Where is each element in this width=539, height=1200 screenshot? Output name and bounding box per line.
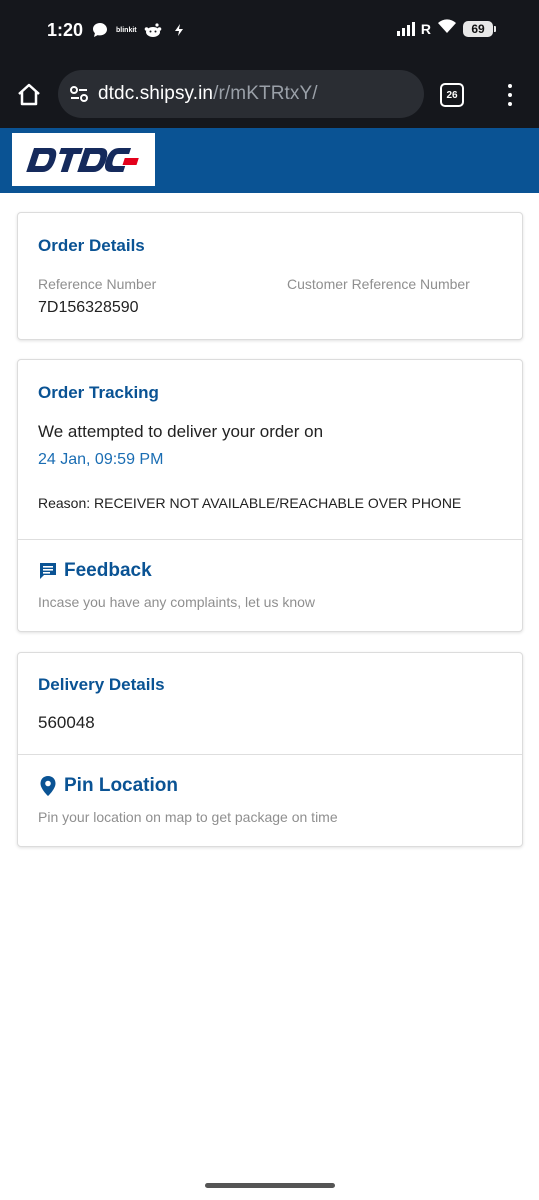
- blinkit-app-icon: blinkit: [116, 26, 137, 34]
- order-tracking-card: Order Tracking We attempted to deliver y…: [17, 359, 523, 632]
- delivery-failure-reason: Reason: RECEIVER NOT AVAILABLE/REACHABLE…: [38, 495, 462, 511]
- tracking-message: We attempted to deliver your order on: [38, 422, 324, 441]
- pin-location-section[interactable]: Pin Location Pin your location on map to…: [18, 755, 522, 847]
- flash-icon: [172, 21, 186, 39]
- order-details-card: Order Details Reference Number 7D1563285…: [17, 212, 523, 340]
- signal-icon: [396, 21, 415, 36]
- order-tracking-title: Order Tracking: [38, 383, 159, 402]
- status-time: 1:20: [47, 20, 84, 40]
- signal-type: R: [420, 20, 431, 37]
- dtdc-logo[interactable]: [12, 133, 155, 186]
- dtdc-logo-mark: [25, 147, 139, 172]
- chat-app-icon: [92, 21, 108, 39]
- feedback-section[interactable]: Feedback Incase you have any complaints,…: [18, 540, 522, 632]
- browser-toolbar: dtdc.shipsy.in/r/mKTRtxY/ 26: [0, 60, 539, 128]
- order-details-title: Order Details: [38, 236, 145, 255]
- brand-header: [0, 128, 539, 193]
- pin-location-link[interactable]: Pin Location: [38, 775, 178, 797]
- feedback-hint: Incase you have any complaints, let us k…: [38, 594, 316, 610]
- url-text: dtdc.shipsy.in/r/mKTRtxY/: [98, 83, 318, 105]
- pin-location-hint: Pin your location on map to get package …: [38, 809, 338, 825]
- reference-number-value: 7D156328590: [38, 299, 139, 316]
- site-settings-icon[interactable]: [68, 83, 90, 105]
- status-bar: 1:20 blinkit R 69: [0, 0, 539, 60]
- feedback-link[interactable]: Feedback: [38, 560, 152, 582]
- delivery-details-card: Delivery Details 560048 Pin Location Pin…: [17, 652, 523, 847]
- delivery-pincode: 560048: [38, 713, 95, 732]
- address-bar[interactable]: dtdc.shipsy.in/r/mKTRtxY/: [58, 70, 424, 118]
- wifi-icon: [437, 18, 457, 39]
- url-domain: dtdc.shipsy.in: [98, 83, 214, 104]
- customer-reference-label: Customer Reference Number: [287, 276, 470, 292]
- delivery-details-title: Delivery Details: [38, 675, 165, 694]
- reddit-icon: [144, 21, 162, 39]
- reference-number-label: Reference Number: [38, 276, 157, 292]
- battery-indicator: 69: [463, 20, 496, 37]
- home-indicator[interactable]: [205, 1183, 335, 1188]
- status-indicators: R 69: [396, 18, 496, 39]
- more-options-icon[interactable]: [500, 82, 520, 108]
- feedback-icon: [40, 563, 56, 579]
- pin-location-title: Pin Location: [64, 775, 178, 796]
- location-pin-icon: [40, 776, 56, 796]
- feedback-title: Feedback: [64, 560, 152, 581]
- delivery-attempt-date: 24 Jan, 09:59 PM: [38, 451, 164, 468]
- home-icon[interactable]: [16, 82, 42, 108]
- url-path: /r/mKTRtxY/: [213, 83, 318, 104]
- tab-switcher-button[interactable]: 26: [440, 83, 464, 107]
